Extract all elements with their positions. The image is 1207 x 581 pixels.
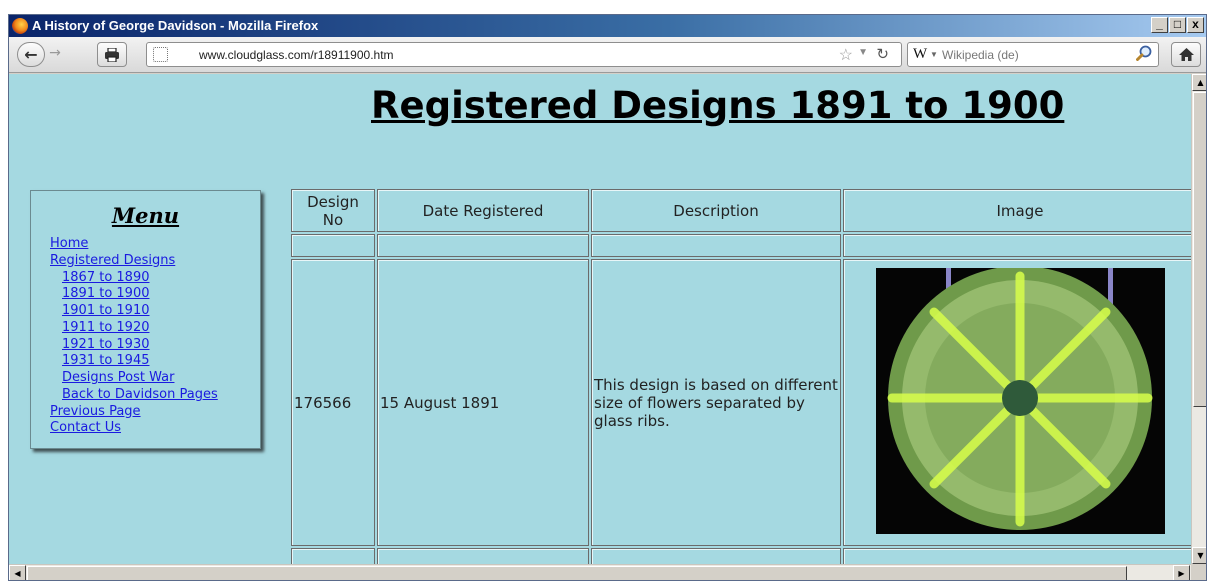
search-bar[interactable]: W ▼ Wikipedia (de): [907, 42, 1159, 67]
header-image: Image: [843, 189, 1191, 232]
table-row: [291, 548, 1191, 564]
cell-date: 15 August 1891: [377, 259, 589, 546]
menu-title: Menu: [111, 203, 180, 228]
header-description: Description: [591, 189, 841, 232]
forward-arrow-icon: →: [49, 45, 61, 61]
search-magnifier-icon[interactable]: [1136, 45, 1152, 61]
menu-link-1867-1890[interactable]: 1867 to 1890: [50, 270, 218, 287]
menu-link-designs-post-war[interactable]: Designs Post War: [50, 370, 218, 387]
header-date-registered: Date Registered: [377, 189, 589, 232]
menu-link-registered-designs[interactable]: Registered Designs: [50, 253, 218, 270]
home-icon: [1178, 48, 1194, 61]
designs-table: Design No Date Registered Description Im…: [289, 187, 1191, 564]
side-menu: Menu Home Registered Designs 1867 to 189…: [30, 190, 261, 449]
menu-link-1891-1900[interactable]: 1891 to 1900: [50, 286, 218, 303]
table-row: 176566 15 August 1891 This design is bas…: [291, 259, 1191, 546]
wikipedia-engine-icon[interactable]: W: [913, 46, 927, 63]
vertical-scroll-thumb[interactable]: [1193, 92, 1206, 407]
menu-link-contact-us[interactable]: Contact Us: [50, 420, 218, 437]
header-design-no: Design No: [291, 189, 375, 232]
menu-links: Home Registered Designs 1867 to 1890 189…: [50, 236, 218, 437]
menu-link-1911-1920[interactable]: 1911 to 1920: [50, 320, 218, 337]
browser-window: A History of George Davidson - Mozilla F…: [8, 14, 1207, 581]
scroll-left-icon[interactable]: ◀: [9, 565, 26, 580]
search-placeholder[interactable]: Wikipedia (de): [942, 48, 1019, 62]
table-header-row: Design No Date Registered Description Im…: [291, 189, 1191, 232]
scroll-down-icon[interactable]: ▼: [1192, 547, 1206, 564]
forward-button[interactable]: →: [45, 42, 65, 67]
scroll-up-icon[interactable]: ▲: [1192, 74, 1206, 91]
menu-link-back-to-davidson[interactable]: Back to Davidson Pages: [50, 387, 218, 404]
back-arrow-icon: ←: [24, 45, 38, 64]
navigation-toolbar: ← → www.cloudglass.com/r18911900.htm ☆ ▼…: [9, 37, 1206, 73]
title-bar: A History of George Davidson - Mozilla F…: [9, 15, 1206, 37]
url-text[interactable]: www.cloudglass.com/r18911900.htm: [199, 48, 394, 62]
maximize-button[interactable]: □: [1169, 17, 1186, 33]
firefox-logo-icon: [12, 18, 28, 34]
back-button[interactable]: ←: [17, 42, 45, 67]
home-button[interactable]: [1171, 42, 1201, 67]
menu-link-1901-1910[interactable]: 1901 to 1910: [50, 303, 218, 320]
cell-design-no: 176566: [291, 259, 375, 546]
print-icon: [105, 47, 119, 63]
minimize-button[interactable]: _: [1151, 17, 1168, 33]
menu-link-home[interactable]: Home: [50, 236, 218, 253]
vertical-scrollbar[interactable]: ▲ ▼: [1191, 74, 1206, 564]
resize-grip-icon[interactable]: [1191, 564, 1206, 580]
address-bar[interactable]: www.cloudglass.com/r18911900.htm ☆ ▼ ↻: [146, 42, 902, 67]
window-title: A History of George Davidson - Mozilla F…: [32, 18, 319, 33]
scroll-right-icon[interactable]: ▶: [1173, 565, 1190, 580]
horizontal-scrollbar[interactable]: ◀ ▶: [9, 564, 1191, 580]
close-button[interactable]: x: [1187, 17, 1204, 33]
table-spacer-row: [291, 234, 1191, 257]
green-uranium-glass-plate-icon: [875, 267, 1165, 534]
reload-icon[interactable]: ↻: [876, 45, 889, 63]
history-dropdown-icon[interactable]: ▼: [858, 47, 868, 58]
print-button[interactable]: [97, 42, 127, 67]
cell-description: This design is based on different size o…: [591, 259, 841, 546]
menu-link-1921-1930[interactable]: 1921 to 1930: [50, 337, 218, 354]
menu-link-previous-page[interactable]: Previous Page: [50, 404, 218, 421]
cell-image: [843, 259, 1191, 546]
horizontal-scroll-thumb[interactable]: [27, 566, 1127, 580]
engine-dropdown-icon[interactable]: ▼: [930, 50, 938, 59]
site-identity-icon[interactable]: [153, 47, 168, 62]
bookmark-star-icon[interactable]: ☆: [839, 45, 853, 65]
menu-link-1931-1945[interactable]: 1931 to 1945: [50, 353, 218, 370]
page-title: Registered Designs 1891 to 1900: [371, 84, 1065, 127]
page-viewport: Registered Designs 1891 to 1900 Menu Hom…: [9, 74, 1191, 564]
